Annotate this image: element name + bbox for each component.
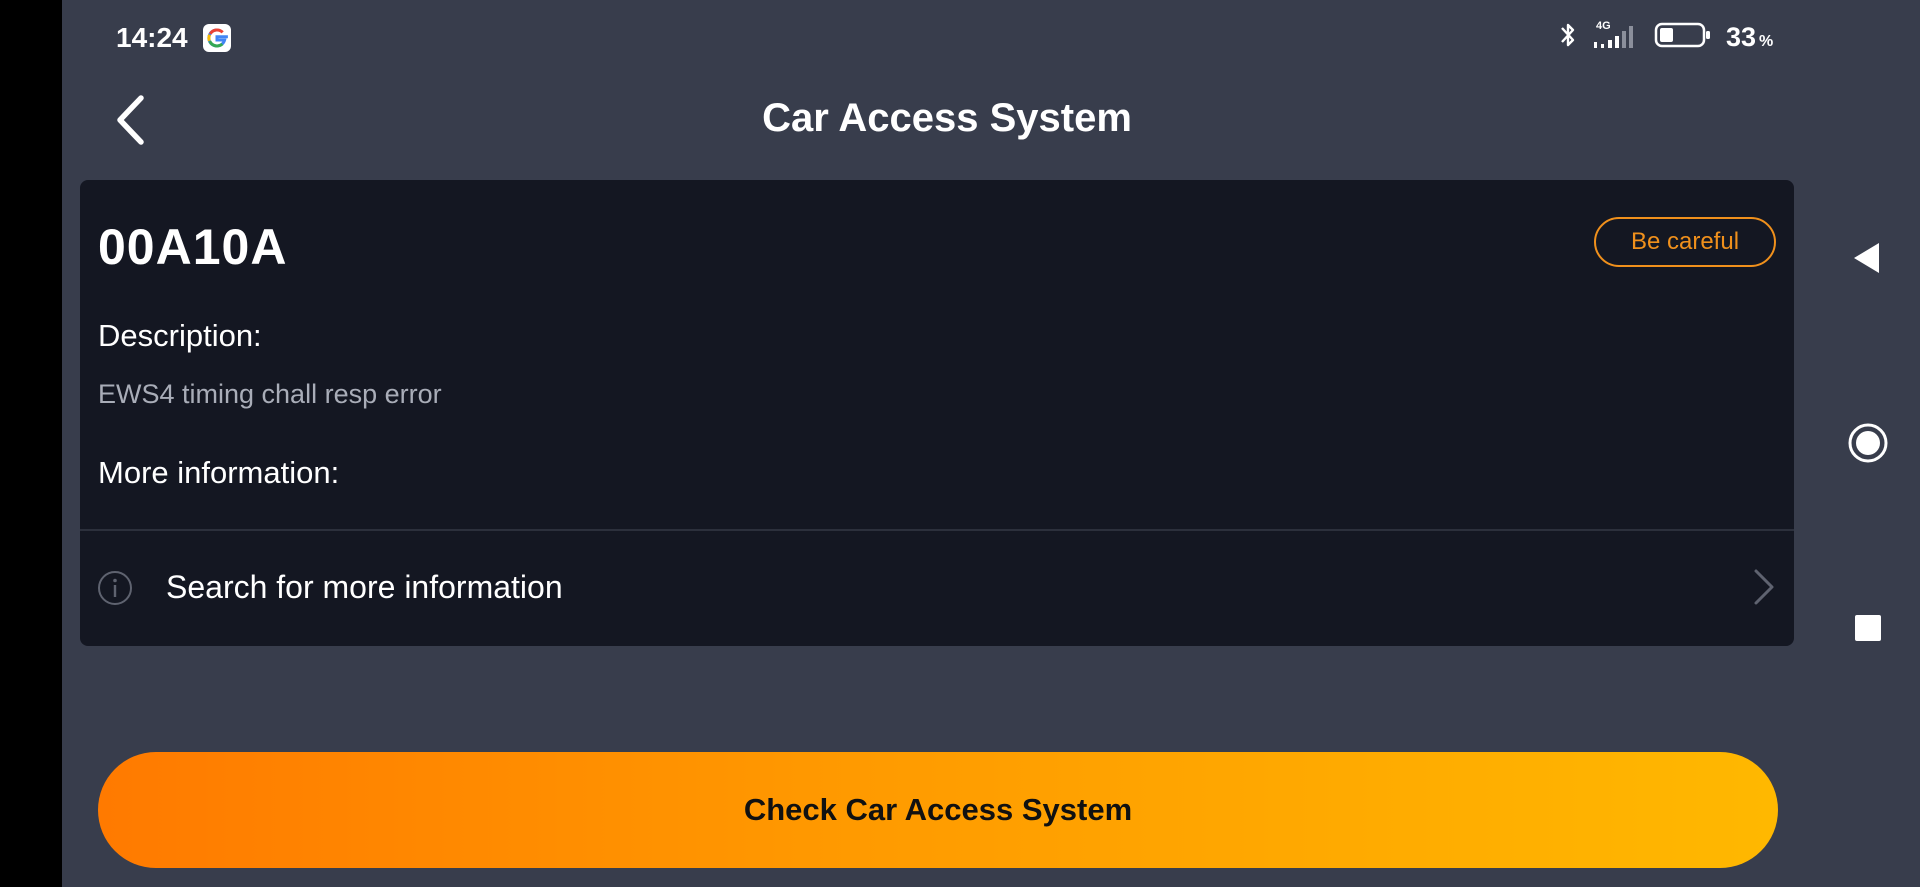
nav-recents-button[interactable] bbox=[1853, 613, 1883, 643]
battery-icon bbox=[1654, 21, 1712, 54]
check-button-label: Check Car Access System bbox=[743, 792, 1133, 827]
more-info-label: More information: bbox=[98, 455, 340, 490]
app-screen: 14:24 4G 33 % Car Access System 00A10A B… bbox=[62, 0, 1805, 887]
battery-percent-value: 33 bbox=[1726, 21, 1757, 52]
search-more-info-row[interactable]: Search for more information bbox=[80, 531, 1794, 646]
battery-percent-unit: % bbox=[1759, 32, 1774, 50]
chevron-right-icon bbox=[1754, 569, 1774, 605]
status-icons: 4G 33% bbox=[1558, 20, 1773, 54]
system-nav-bar bbox=[1805, 0, 1920, 887]
page-title: Car Access System bbox=[762, 96, 1132, 140]
nav-back-button[interactable] bbox=[1851, 240, 1883, 276]
fault-code: 00A10A bbox=[98, 219, 288, 275]
device-bezel bbox=[0, 0, 62, 887]
description-label: Description: bbox=[98, 318, 262, 353]
bluetooth-icon bbox=[1558, 20, 1578, 55]
search-more-info-label: Search for more information bbox=[166, 569, 563, 605]
signal-icon: 4G bbox=[1592, 20, 1640, 52]
info-icon bbox=[98, 571, 132, 605]
check-car-access-system-button[interactable]: Check Car Access System bbox=[98, 752, 1778, 868]
status-time: 14:24 bbox=[116, 22, 188, 53]
fault-card: 00A10A Be careful Description: EWS4 timi… bbox=[80, 180, 1794, 646]
battery-percent: 33% bbox=[1726, 22, 1773, 53]
description-value: EWS4 timing chall resp error bbox=[98, 379, 442, 409]
nav-back-triangle-icon bbox=[1854, 243, 1879, 273]
nav-home-button[interactable] bbox=[1847, 422, 1889, 464]
nav-recents-square-icon bbox=[1855, 615, 1881, 641]
severity-badge: Be careful bbox=[1594, 217, 1776, 267]
google-icon bbox=[203, 24, 231, 52]
nav-home-circle-icon bbox=[1848, 423, 1888, 463]
